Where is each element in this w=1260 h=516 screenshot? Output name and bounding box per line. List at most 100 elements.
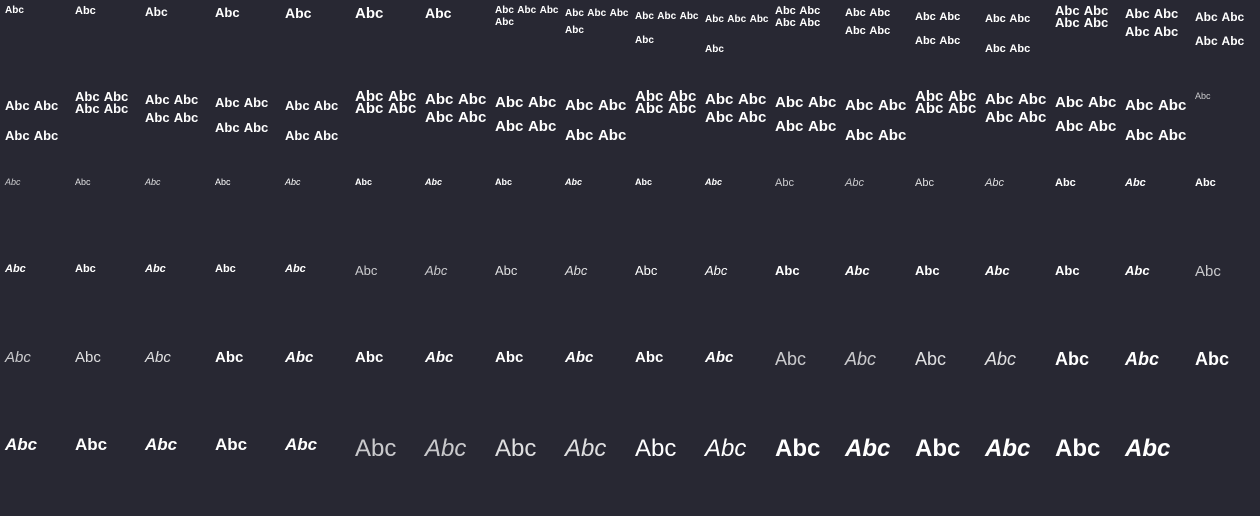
- specimen-cell: Abc: [280, 0, 350, 86]
- specimen-text: Abc: [425, 5, 452, 21]
- specimen-cell: Abc: [70, 344, 140, 430]
- specimen-text: Abc: [775, 435, 821, 462]
- specimen-cell: Abc: [700, 172, 770, 258]
- specimen-text: Abc Abc Abc Abc: [845, 97, 907, 144]
- specimen-cell: Abc: [1120, 172, 1190, 258]
- specimen-text: Abc: [845, 435, 891, 462]
- specimen-cell: Abc: [910, 344, 980, 430]
- specimen-text: Abc Abc Abc Abc: [635, 88, 697, 117]
- specimen-text: Abc Abc Abc Abc: [495, 5, 559, 28]
- specimen-cell: Abc: [280, 172, 350, 258]
- specimen-cell: Abc: [1190, 172, 1260, 258]
- specimen-cell: Abc Abc Abc Abc: [0, 86, 70, 172]
- specimen-cell: Abc: [350, 430, 420, 516]
- specimen-cell: Abc: [140, 172, 210, 258]
- specimen-cell: Abc: [560, 344, 630, 430]
- specimen-cell: Abc: [910, 430, 980, 516]
- specimen-text: Abc Abc Abc Abc: [565, 8, 629, 36]
- specimen-cell: Abc: [770, 258, 840, 344]
- specimen-text: Abc Abc Abc Abc: [985, 91, 1047, 126]
- specimen-cell: Abc: [70, 258, 140, 344]
- specimen-text: Abc: [1125, 177, 1146, 189]
- specimen-text: Abc: [425, 263, 448, 278]
- specimen-cell: Abc: [1050, 430, 1120, 516]
- specimen-text: Abc: [495, 435, 537, 462]
- specimen-cell: Abc: [420, 172, 490, 258]
- specimen-cell: Abc: [840, 344, 910, 430]
- specimen-cell: Abc: [210, 344, 280, 430]
- specimen-text: Abc: [355, 435, 397, 462]
- specimen-text: Abc: [915, 263, 940, 278]
- specimen-cell: Abc: [1050, 258, 1120, 344]
- specimen-text: Abc Abc Abc Abc: [285, 98, 339, 143]
- specimen-text: Abc: [215, 263, 236, 275]
- specimen-cell: Abc: [630, 344, 700, 430]
- specimen-cell: Abc Abc Abc Abc: [350, 86, 420, 172]
- specimen-cell: Abc: [350, 0, 420, 86]
- specimen-cell: Abc: [980, 344, 1050, 430]
- specimen-cell: Abc: [1190, 258, 1260, 344]
- specimen-text: Abc: [1125, 435, 1171, 462]
- specimen-cell: Abc Abc Abc Abc: [210, 86, 280, 172]
- specimen-text: Abc: [75, 5, 96, 17]
- specimen-text: Abc Abc Abc Abc: [1055, 94, 1117, 135]
- specimen-text: Abc: [425, 349, 454, 366]
- specimen-text: Abc: [145, 349, 171, 366]
- specimen-cell: Abc Abc Abc Abc: [560, 0, 630, 86]
- specimen-text: Abc: [775, 349, 807, 369]
- specimen-cell: Abc: [980, 172, 1050, 258]
- specimen-text: Abc: [285, 263, 306, 275]
- specimen-cell: Abc: [910, 258, 980, 344]
- specimen-text: Abc: [635, 177, 653, 187]
- specimen-text: Abc: [1055, 349, 1090, 369]
- specimen-cell: Abc: [0, 0, 70, 86]
- specimen-cell: Abc Abc Abc Abc: [910, 0, 980, 86]
- specimen-cell: Abc Abc Abc Abc: [1190, 0, 1260, 86]
- specimen-text: Abc: [1055, 177, 1076, 189]
- specimen-text: Abc: [565, 349, 594, 366]
- specimen-cell: Abc: [490, 258, 560, 344]
- specimen-cell: Abc: [210, 172, 280, 258]
- specimen-text: Abc Abc Abc Abc: [1125, 6, 1179, 40]
- specimen-text: Abc Abc Abc Abc: [985, 13, 1031, 55]
- specimen-text: Abc Abc Abc Abc: [775, 94, 837, 135]
- specimen-cell: Abc Abc Abc Abc: [490, 86, 560, 172]
- specimen-cell: Abc: [770, 172, 840, 258]
- specimen-cell: Abc: [140, 258, 210, 344]
- specimen-cell: Abc Abc Abc Abc: [840, 0, 910, 86]
- specimen-text: Abc Abc Abc Abc: [775, 5, 821, 30]
- specimen-cell: Abc Abc Abc Abc: [1050, 86, 1120, 172]
- specimen-cell: Abc: [280, 258, 350, 344]
- specimen-cell: Abc: [350, 258, 420, 344]
- specimen-cell: Abc: [70, 0, 140, 86]
- specimen-text: Abc: [635, 435, 677, 462]
- specimen-cell: Abc: [980, 430, 1050, 516]
- specimen-cell: Abc Abc Abc Abc: [560, 86, 630, 172]
- specimen-cell: Abc: [980, 258, 1050, 344]
- specimen-text: Abc Abc Abc Abc: [145, 92, 199, 126]
- specimen-text: Abc: [705, 349, 734, 366]
- specimen-cell: Abc: [490, 430, 560, 516]
- specimen-cell: Abc Abc Abc Abc: [280, 86, 350, 172]
- specimen-text: Abc Abc Abc Abc: [915, 11, 961, 48]
- specimen-text: Abc: [355, 5, 384, 22]
- specimen-text: Abc: [1195, 349, 1230, 369]
- specimen-text: Abc: [985, 177, 1004, 189]
- specimen-text: Abc Abc Abc Abc: [915, 88, 977, 117]
- specimen-text: Abc: [145, 177, 161, 187]
- specimen-text: Abc: [775, 177, 794, 189]
- specimen-text: Abc: [915, 349, 947, 369]
- specimen-text: Abc: [985, 263, 1010, 278]
- specimen-cell: Abc Abc Abc Abc: [630, 0, 700, 86]
- specimen-text: Abc: [635, 349, 664, 366]
- specimen-text: Abc: [75, 435, 108, 454]
- specimen-cell: Abc: [560, 430, 630, 516]
- specimen-cell: Abc Abc Abc Abc: [910, 86, 980, 172]
- specimen-text: Abc: [285, 5, 312, 21]
- specimen-text: Abc: [845, 349, 877, 369]
- specimen-text: Abc Abc Abc Abc: [635, 11, 699, 46]
- specimen-cell: Abc: [70, 430, 140, 516]
- specimen-text: Abc: [495, 177, 513, 187]
- specimen-text: Abc: [5, 435, 38, 454]
- specimen-text: Abc: [215, 435, 248, 454]
